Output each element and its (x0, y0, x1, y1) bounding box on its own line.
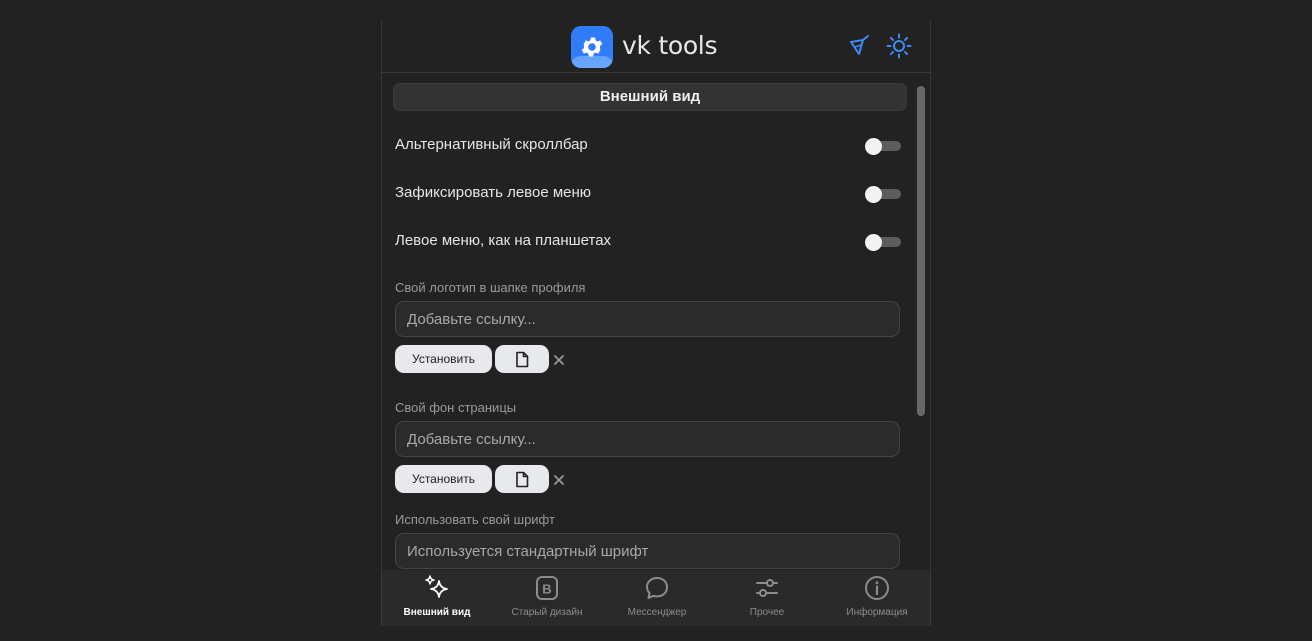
tab-appearance[interactable]: Внешний вид (382, 570, 492, 626)
clean-button[interactable] (846, 33, 872, 59)
font-field-label: Использовать свой шрифт (395, 512, 555, 527)
file-icon (516, 471, 529, 488)
file-icon (516, 351, 529, 368)
fix-left-menu-switch[interactable] (865, 186, 901, 203)
background-set-button[interactable]: Установить (395, 465, 492, 493)
sun-icon (886, 33, 912, 59)
background-clear-button[interactable] (553, 473, 565, 485)
sliders-icon (756, 579, 778, 597)
tab-info[interactable]: Информация (822, 570, 932, 626)
app-title: vk tools (622, 31, 718, 60)
tab-messenger[interactable]: Мессенджер (602, 570, 712, 626)
settings-content: Внешний вид Альтернативный скроллбар Заф… (382, 74, 930, 570)
toggle-label: Зафиксировать левое меню (395, 184, 592, 201)
switch-knob (865, 186, 882, 203)
toggle-label: Левое меню, как на планшетах (395, 232, 612, 249)
theme-toggle-button[interactable] (886, 33, 912, 59)
logo-file-button[interactable] (495, 345, 549, 373)
background-field-label: Свой фон страницы (395, 400, 517, 415)
logo-clear-button[interactable] (553, 353, 565, 365)
alt-scrollbar-switch[interactable] (865, 138, 901, 155)
close-icon (554, 475, 564, 485)
app-logo (571, 26, 613, 68)
font-input[interactable] (395, 533, 900, 569)
toggle-row-alt-scrollbar: Альтернативный скроллбар (395, 130, 901, 160)
header: vk tools (382, 21, 930, 73)
tab-label: Старый дизайн (511, 607, 583, 618)
toggle-label: Альтернативный скроллбар (395, 136, 588, 153)
close-icon (554, 355, 564, 365)
logo-url-input[interactable] (395, 301, 900, 337)
tab-label: Внешний вид (403, 607, 471, 618)
settings-panel: vk tools Внешний вид Альтернативный скро… (381, 21, 931, 626)
chat-bubble-icon (646, 577, 668, 599)
sparkles-icon (425, 575, 448, 598)
section-title: Внешний вид (393, 83, 907, 111)
tablet-left-menu-switch[interactable] (865, 234, 901, 251)
tab-other[interactable]: Прочее (712, 570, 822, 626)
clean-icon (850, 35, 869, 55)
gear-icon (581, 37, 603, 57)
toggle-row-tablet-left-menu: Левое меню, как на планшетах (395, 226, 901, 256)
logo-field-label: Свой логотип в шапке профиля (395, 280, 586, 295)
switch-knob (865, 234, 882, 251)
tab-label: Мессенджер (627, 607, 687, 618)
tab-label: Информация (846, 607, 908, 618)
logo-set-button[interactable]: Установить (395, 345, 492, 373)
info-icon (865, 576, 889, 600)
switch-knob (865, 138, 882, 155)
background-file-button[interactable] (495, 465, 549, 493)
scrollbar-thumb[interactable] (917, 86, 925, 416)
bottom-tab-bar: Внешний вид B Старый дизайн Мессенджер П… (382, 570, 930, 626)
toggle-row-fix-left-menu: Зафиксировать левое меню (395, 178, 901, 208)
tab-old-design[interactable]: B Старый дизайн (492, 570, 602, 626)
tab-label: Прочее (749, 607, 785, 618)
svg-text:B: B (542, 582, 551, 597)
b-badge-icon: B (536, 576, 558, 600)
background-url-input[interactable] (395, 421, 900, 457)
